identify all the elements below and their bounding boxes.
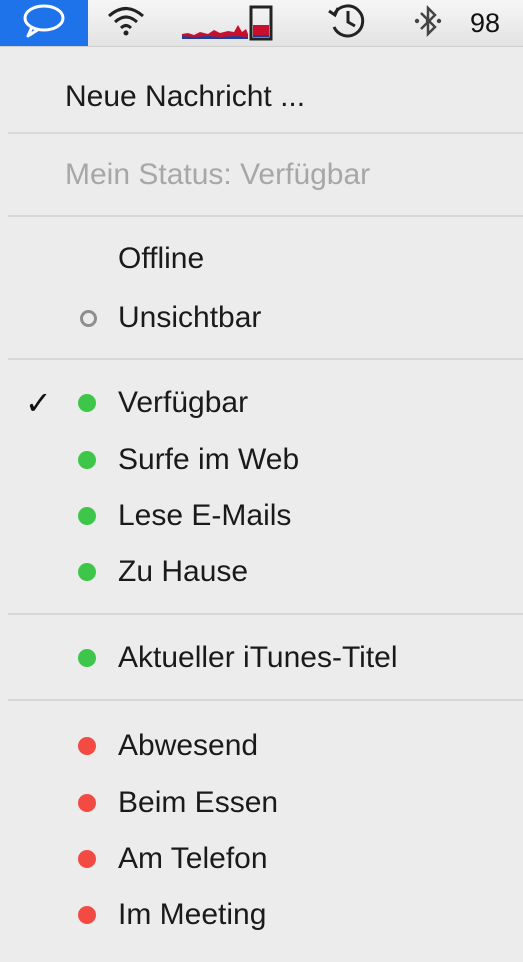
menu-separator: [8, 613, 523, 615]
menu-separator: [8, 132, 523, 134]
clock-text: 98: [470, 7, 501, 38]
menu-item-label: Neue Nachricht ...: [65, 80, 306, 113]
menu-item-label: Verfügbar: [118, 386, 249, 419]
messages-menu-extra[interactable]: [0, 0, 88, 46]
menu-item-label: Unsichtbar: [118, 301, 262, 334]
menu-item-label: Mein Status: Verfügbar: [65, 158, 371, 191]
green-status-dot-icon: [78, 649, 96, 667]
wifi-menu-extra[interactable]: [96, 0, 156, 46]
network-activity-graph-icon: [180, 1, 274, 46]
menu-item-offline[interactable]: Offline: [8, 235, 523, 283]
menu-item-label: Zu Hause: [118, 555, 249, 588]
menu-item-label: Beim Essen: [118, 786, 279, 819]
menu-item-label: Lese E-Mails: [118, 499, 292, 532]
bluetooth-icon: [411, 1, 445, 46]
time-machine-icon: [326, 1, 370, 46]
menu-separator: [8, 358, 523, 360]
green-status-dot-icon: [78, 507, 96, 525]
invisible-status-ring-icon: [80, 309, 97, 327]
menu-item-reading-mail[interactable]: Lese E-Mails: [8, 492, 523, 540]
menu-item-at-home[interactable]: Zu Hause: [8, 548, 523, 596]
messages-status-menu: Neue Nachricht ... Mein Status: Verfügba…: [8, 50, 523, 962]
menu-item-label: Offline: [118, 242, 205, 275]
menu-item-surfing[interactable]: Surfe im Web: [8, 436, 523, 484]
green-status-dot-icon: [78, 563, 96, 581]
menu-item-on-phone[interactable]: Am Telefon: [8, 835, 523, 883]
red-status-dot-icon: [78, 794, 96, 812]
time-machine-menu-extra[interactable]: [318, 0, 378, 46]
menu-item-invisible[interactable]: Unsichtbar: [8, 294, 523, 342]
menu-item-in-meeting[interactable]: Im Meeting: [8, 891, 523, 939]
speech-bubble-icon: [21, 3, 67, 44]
menu-item-label: Surfe im Web: [118, 443, 300, 476]
menu-bar: 98: [0, 0, 523, 47]
menu-item-available[interactable]: ✓ Verfügbar: [8, 379, 523, 427]
menu-item-label: Am Telefon: [118, 842, 268, 875]
menu-item-label: Im Meeting: [118, 898, 267, 931]
menu-separator: [8, 699, 523, 701]
red-status-dot-icon: [78, 737, 96, 755]
menu-item-label: Abwesend: [118, 729, 259, 762]
bluetooth-menu-extra[interactable]: [400, 0, 456, 46]
menu-item-away[interactable]: Abwesend: [8, 722, 523, 770]
wifi-icon: [106, 4, 146, 43]
red-status-dot-icon: [78, 906, 96, 924]
menu-separator: [8, 215, 523, 217]
menu-item-itunes-title[interactable]: Aktueller iTunes-Titel: [8, 634, 523, 682]
green-status-dot-icon: [78, 394, 96, 412]
menu-item-my-status: Mein Status: Verfügbar: [8, 151, 523, 199]
checkmark-icon: ✓: [25, 385, 52, 421]
menubar-clock[interactable]: 98: [470, 0, 523, 46]
activity-monitor-menu-extra[interactable]: [180, 0, 274, 46]
menu-item-label: Aktueller iTunes-Titel: [118, 641, 398, 674]
menu-item-eating[interactable]: Beim Essen: [8, 779, 523, 827]
red-status-dot-icon: [78, 850, 96, 868]
green-status-dot-icon: [78, 451, 96, 469]
menu-item-new-message[interactable]: Neue Nachricht ...: [8, 73, 523, 121]
